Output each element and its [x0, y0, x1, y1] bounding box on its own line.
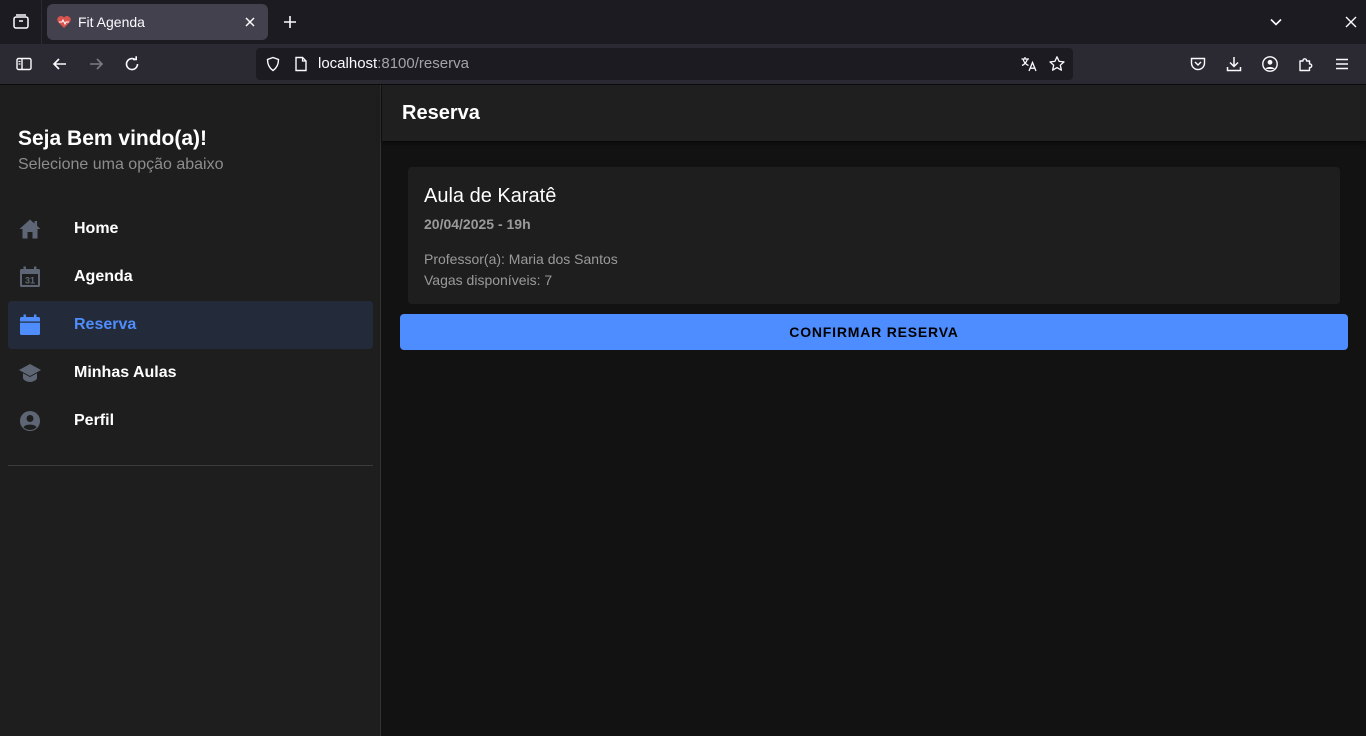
main-content: Reserva Aula de Karatê 20/04/2025 - 19h … — [382, 85, 1366, 736]
browser-tab-bar: Fit Agenda — [0, 0, 1366, 44]
heart-favicon-icon — [56, 14, 72, 30]
menu-divider — [8, 465, 373, 466]
browser-tab-active[interactable]: Fit Agenda — [47, 4, 268, 40]
menu-item-label: Home — [74, 220, 119, 237]
browser-nav-bar: localhost:8100/reserva — [0, 44, 1366, 85]
home-icon — [18, 217, 42, 241]
close-tab-icon[interactable] — [236, 8, 264, 36]
pocket-button[interactable] — [1184, 50, 1212, 78]
url-host: localhost — [318, 55, 378, 72]
close-icon — [1345, 16, 1357, 28]
forward-button[interactable] — [82, 50, 110, 78]
page-header: Reserva — [382, 85, 1366, 141]
calendar-day-number: 31 — [25, 276, 35, 286]
bookmark-star-icon[interactable] — [1045, 52, 1069, 76]
back-button[interactable] — [46, 50, 74, 78]
tabs-overview-icon — [12, 14, 29, 29]
puzzle-icon — [1299, 58, 1313, 72]
arrow-right-icon — [90, 58, 104, 70]
download-icon — [1226, 57, 1242, 72]
list-all-tabs-button[interactable] — [1262, 8, 1290, 36]
tracking-protection-shield-icon[interactable] — [262, 53, 284, 75]
new-tab-button[interactable] — [276, 8, 304, 36]
reload-icon — [125, 56, 139, 71]
person-circle-icon — [18, 409, 42, 433]
school-icon — [18, 361, 42, 385]
tab-list-button[interactable] — [0, 0, 42, 44]
menu-item-perfil[interactable]: Perfil — [8, 397, 373, 445]
menu-list: Home 31 Agenda Reserva Minhas Aulas Perf… — [8, 205, 373, 445]
confirm-reservation-button[interactable]: CONFIRMAR RESERVA — [400, 314, 1348, 350]
account-button[interactable] — [1256, 50, 1284, 78]
menu-item-minhas-aulas[interactable]: Minhas Aulas — [8, 349, 373, 397]
menu-item-label: Reserva — [74, 316, 137, 333]
pocket-icon — [1190, 57, 1206, 71]
menu-item-label: Agenda — [74, 268, 133, 285]
calendar-icon: 31 — [18, 265, 42, 289]
url-path: :8100/reserva — [377, 55, 469, 72]
page-info-icon[interactable] — [290, 53, 312, 75]
class-teacher: Professor(a): Maria dos Santos — [424, 251, 618, 267]
sidebar-icon — [16, 57, 32, 71]
side-menu: Seja Bem vindo(a)! Selecione uma opção a… — [0, 85, 381, 736]
menu-item-home[interactable]: Home — [8, 205, 373, 253]
close-window-button[interactable] — [1337, 8, 1365, 36]
page-title: Reserva — [402, 102, 480, 124]
menu-title: Seja Bem vindo(a)! — [18, 127, 208, 150]
sidebar-toggle-button[interactable] — [10, 50, 38, 78]
class-datetime: 20/04/2025 - 19h — [424, 216, 531, 232]
menu-subtitle: Selecione uma opção abaixo — [18, 156, 224, 173]
app-root: Seja Bem vindo(a)! Selecione uma opção a… — [0, 85, 1366, 736]
menu-item-reserva[interactable]: Reserva — [8, 301, 373, 349]
app-menu-button[interactable] — [1328, 50, 1356, 78]
downloads-button[interactable] — [1220, 50, 1248, 78]
class-vacancies: Vagas disponíveis: 7 — [424, 272, 553, 288]
calendar-reserve-icon — [18, 313, 42, 337]
tab-title: Fit Agenda — [78, 14, 145, 30]
translate-icon[interactable] — [1017, 52, 1041, 76]
extensions-button[interactable] — [1292, 50, 1320, 78]
menu-item-label: Minhas Aulas — [74, 364, 177, 381]
menu-item-agenda[interactable]: 31 Agenda — [8, 253, 373, 301]
arrow-left-icon — [52, 58, 66, 70]
url-text[interactable]: localhost:8100/reserva — [318, 55, 469, 73]
hamburger-menu-icon — [1336, 58, 1348, 70]
url-bar[interactable]: localhost:8100/reserva — [256, 48, 1073, 80]
chevron-down-icon — [1270, 18, 1282, 26]
menu-item-label: Perfil — [74, 412, 115, 429]
account-circle-icon — [1262, 56, 1278, 72]
class-title: Aula de Karatê — [424, 185, 557, 207]
plus-icon — [284, 16, 296, 28]
class-card: Aula de Karatê 20/04/2025 - 19h Professo… — [408, 167, 1340, 304]
reload-button[interactable] — [118, 50, 146, 78]
